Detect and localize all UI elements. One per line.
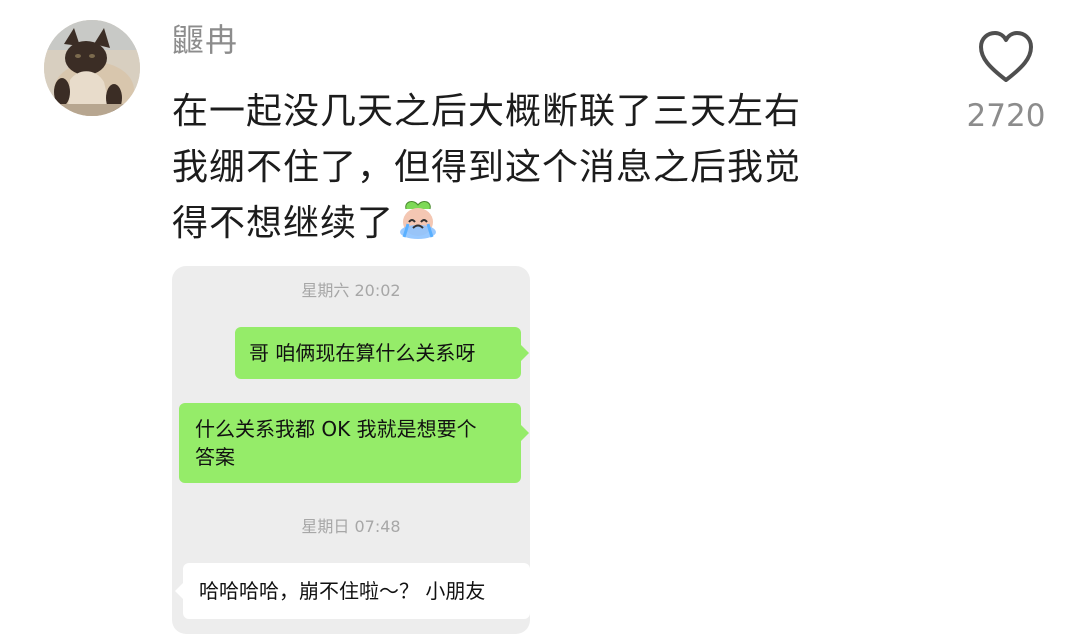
heart-outline-icon[interactable] xyxy=(977,30,1035,84)
username[interactable]: 鼴冉 xyxy=(172,18,238,62)
chat-timestamp: 星期六 20:02 xyxy=(301,281,401,300)
comment-line-last: 得不想继续了 xyxy=(172,196,902,252)
crying-face-emoji-icon xyxy=(396,197,440,241)
user-avatar[interactable] xyxy=(44,20,140,116)
comment-text: 在一起没几天之后大概断联了三天左右 我绷不住了，但得到这个消息之后我觉 得不想继… xyxy=(172,84,902,252)
comment-line-text: 得不想继续了 xyxy=(172,203,395,244)
chat-message-sent: 什么关系我都 OK 我就是想要个 答案 xyxy=(179,403,529,483)
comment-line: 在一起没几天之后大概断联了三天左右 xyxy=(172,91,802,132)
chat-message-sent: 哥 咱俩现在算什么关系呀 xyxy=(235,327,529,379)
chat-message-line: 答案 xyxy=(195,445,235,469)
chat-timestamp: 星期日 07:48 xyxy=(301,517,401,536)
chat-message-line: 什么关系我都 OK 我就是想要个 xyxy=(195,417,477,441)
chat-message-received: 哈哈哈哈，崩不住啦～？ 小朋友 xyxy=(175,563,530,619)
like-count: 2720 xyxy=(966,98,1046,134)
cat-avatar-image xyxy=(44,20,140,116)
comment-line: 我绷不住了，但得到这个消息之后我觉 xyxy=(172,147,802,188)
